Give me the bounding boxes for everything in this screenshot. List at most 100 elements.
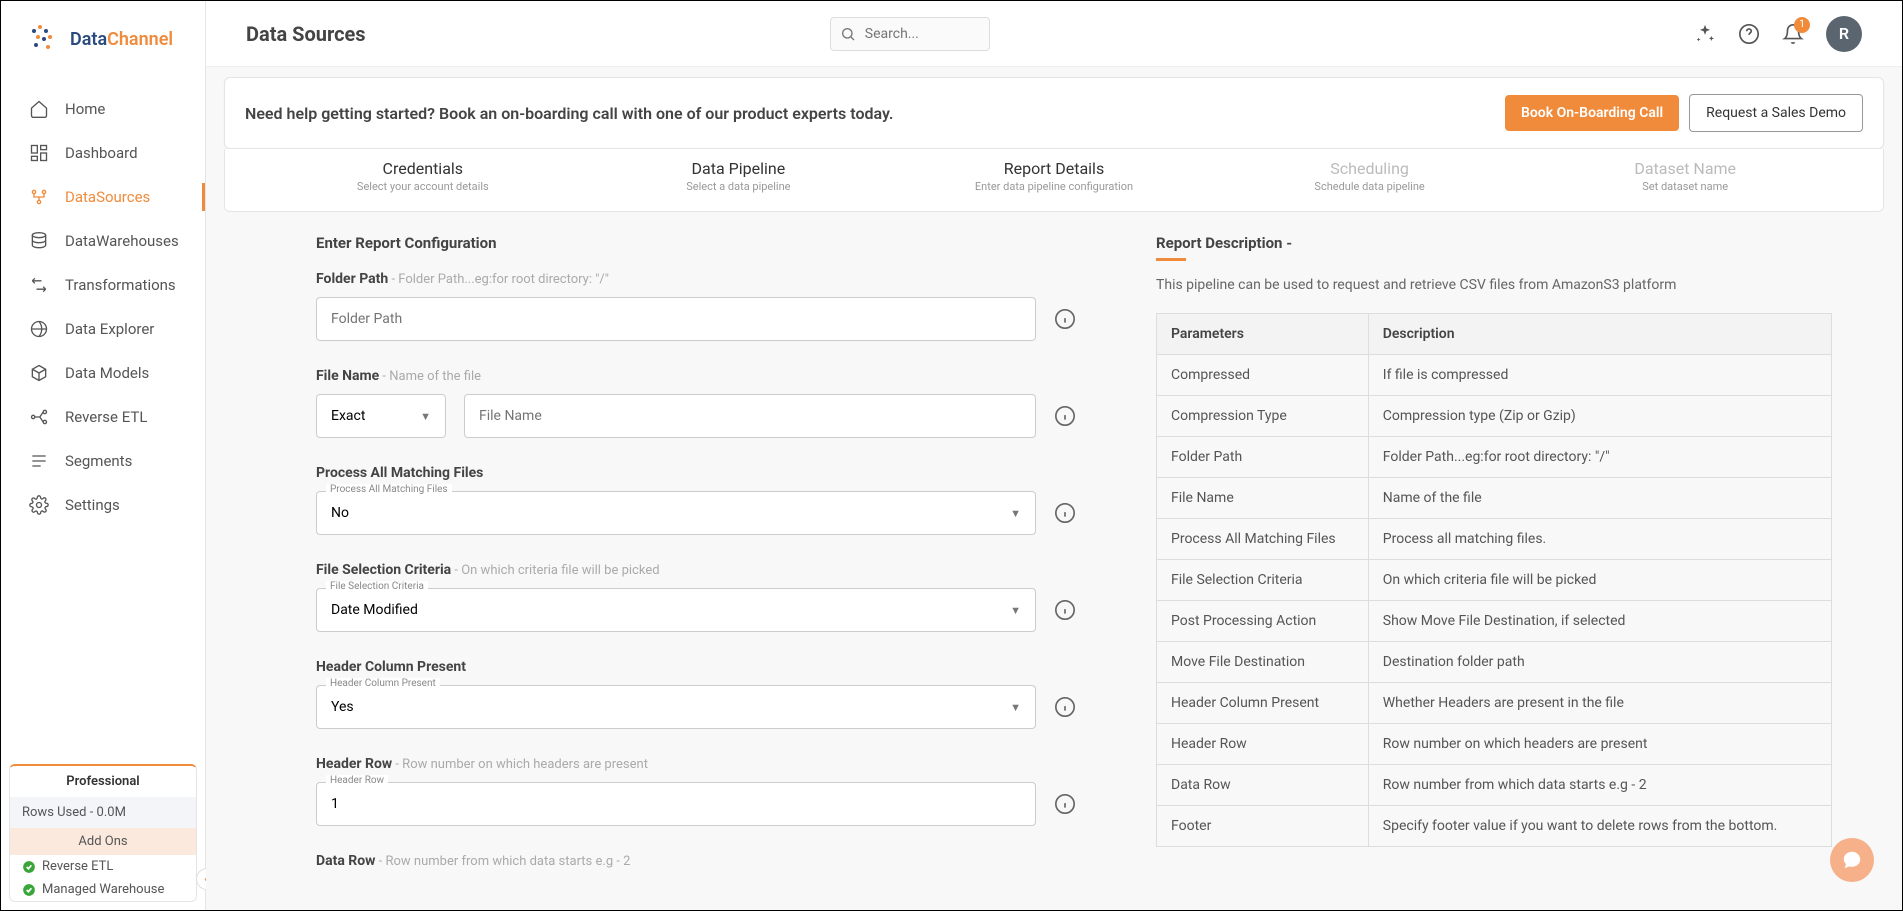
help-icon[interactable] — [1738, 23, 1760, 45]
table-row: Folder PathFolder Path...eg:for root dir… — [1157, 437, 1832, 478]
param-desc: Row number from which data starts e.g - … — [1368, 765, 1831, 806]
step-credentials[interactable]: CredentialsSelect your account details — [265, 159, 581, 193]
nav-segments[interactable]: Segments — [1, 439, 205, 483]
description-title: Report Description - — [1156, 234, 1832, 252]
page-title: Data Sources — [246, 22, 366, 46]
float-label: File Selection Criteria — [326, 581, 428, 592]
file-name-input[interactable] — [464, 394, 1036, 438]
transform-icon — [29, 275, 49, 295]
reverse-etl-icon — [29, 407, 49, 427]
table-row: FooterSpecify footer value if you want t… — [1157, 806, 1832, 847]
nav-datasources[interactable]: DataSources — [1, 175, 205, 219]
gear-icon — [29, 495, 49, 515]
chat-button[interactable] — [1830, 838, 1874, 882]
main: Data Sources 1 R Need help getting start… — [206, 1, 1902, 910]
book-onboarding-button[interactable]: Book On-Boarding Call — [1505, 95, 1679, 131]
step-sub: Select your account details — [265, 180, 581, 193]
nav-reverse-etl[interactable]: Reverse ETL — [1, 395, 205, 439]
logo-text: DataChannel — [70, 29, 173, 50]
param-name: Move File Destination — [1157, 642, 1369, 683]
description-text: This pipeline can be used to request and… — [1156, 277, 1832, 293]
file-selection-select[interactable]: File Selection Criteria Date Modified▼ — [316, 588, 1036, 632]
param-name: Process All Matching Files — [1157, 519, 1369, 560]
request-demo-button[interactable]: Request a Sales Demo — [1689, 94, 1863, 132]
table-row: Move File DestinationDestination folder … — [1157, 642, 1832, 683]
param-desc: Compression type (Zip or Gzip) — [1368, 396, 1831, 437]
info-icon[interactable] — [1054, 599, 1076, 621]
avatar-initial: R — [1839, 24, 1849, 43]
param-name: Footer — [1157, 806, 1369, 847]
info-icon[interactable] — [1054, 308, 1076, 330]
field-hint: - Name of the file — [379, 369, 481, 384]
info-icon[interactable] — [1054, 405, 1076, 427]
field-label: Header Column Present — [316, 659, 466, 675]
onboarding-banner: Need help getting started? Book an on-bo… — [224, 77, 1884, 149]
banner-text: Need help getting started? Book an on-bo… — [245, 104, 1505, 123]
step-title: Report Details — [896, 159, 1212, 178]
info-icon[interactable] — [1054, 696, 1076, 718]
field-label: File Selection Criteria — [316, 562, 451, 578]
param-desc: If file is compressed — [1368, 355, 1831, 396]
info-icon[interactable] — [1054, 502, 1076, 524]
nav-dashboard[interactable]: Dashboard — [1, 131, 205, 175]
search-wrap — [830, 17, 990, 51]
nav-label: Data Explorer — [65, 320, 154, 338]
table-row: CompressedIf file is compressed — [1157, 355, 1832, 396]
process-all-select[interactable]: Process All Matching Files No▼ — [316, 491, 1036, 535]
plan-addons-heading: Add Ons — [10, 828, 196, 855]
select-value: Yes — [331, 699, 354, 715]
nav-datawarehouses[interactable]: DataWarehouses — [1, 219, 205, 263]
nav-transformations[interactable]: Transformations — [1, 263, 205, 307]
home-icon — [29, 99, 49, 119]
nav-label: Reverse ETL — [65, 408, 147, 426]
folder-path-input[interactable] — [316, 297, 1036, 341]
nav-label: Segments — [65, 452, 132, 470]
nav-label: Data Models — [65, 364, 149, 382]
step-title: Data Pipeline — [581, 159, 897, 178]
plan-addon: Reverse ETL — [10, 855, 196, 878]
plan-addon: Managed Warehouse — [10, 878, 196, 901]
th-description: Description — [1368, 314, 1831, 355]
avatar[interactable]: R — [1826, 16, 1862, 52]
notifications-button[interactable]: 1 — [1782, 23, 1804, 45]
nav-label: Dashboard — [65, 144, 138, 162]
header-row-input[interactable] — [316, 782, 1036, 826]
nav-label: Home — [65, 100, 105, 118]
header-column-select[interactable]: Header Column Present Yes▼ — [316, 685, 1036, 729]
param-desc: Specify footer value if you want to dele… — [1368, 806, 1831, 847]
table-row: File Selection CriteriaOn which criteria… — [1157, 560, 1832, 601]
table-row: Process All Matching FilesProcess all ma… — [1157, 519, 1832, 560]
datasources-icon — [29, 187, 49, 207]
select-value: Date Modified — [331, 602, 418, 618]
field-hint: - Folder Path...eg:for root directory: "… — [388, 272, 609, 287]
select-value: No — [331, 505, 349, 521]
param-desc: Process all matching files. — [1368, 519, 1831, 560]
field-header-column: Header Column Present Header Column Pres… — [316, 656, 1076, 729]
description-column: Report Description - This pipeline can b… — [1156, 234, 1832, 910]
nav-settings[interactable]: Settings — [1, 483, 205, 527]
nav-data-models[interactable]: Data Models — [1, 351, 205, 395]
form-column: Enter Report Configuration Folder Path -… — [316, 234, 1076, 910]
logo-mark-icon — [26, 21, 62, 57]
match-type-select[interactable]: Exact▼ — [316, 394, 446, 438]
table-row: Data RowRow number from which data start… — [1157, 765, 1832, 806]
field-hint: - On which criteria file will be picked — [451, 563, 659, 578]
nav-data-explorer[interactable]: Data Explorer — [1, 307, 205, 351]
step-report-details[interactable]: Report DetailsEnter data pipeline config… — [896, 159, 1212, 193]
step-scheduling: SchedulingSchedule data pipeline — [1212, 159, 1528, 193]
param-name: File Selection Criteria — [1157, 560, 1369, 601]
info-icon[interactable] — [1054, 793, 1076, 815]
plan-rows: Rows Used - 0.0M — [10, 797, 196, 828]
logo[interactable]: DataChannel — [1, 1, 205, 77]
param-name: Post Processing Action — [1157, 601, 1369, 642]
nav-home[interactable]: Home — [1, 87, 205, 131]
field-data-row: Data Row - Row number from which data st… — [316, 850, 1076, 869]
notification-badge: 1 — [1794, 17, 1810, 33]
field-file-selection: File Selection Criteria - On which crite… — [316, 559, 1076, 632]
step-pipeline[interactable]: Data PipelineSelect a data pipeline — [581, 159, 897, 193]
float-label: Header Column Present — [326, 678, 440, 689]
topbar: Data Sources 1 R — [206, 1, 1902, 67]
field-file-name: File Name - Name of the file Exact▼ — [316, 365, 1076, 438]
param-name: Folder Path — [1157, 437, 1369, 478]
sparkle-icon[interactable] — [1694, 23, 1716, 45]
